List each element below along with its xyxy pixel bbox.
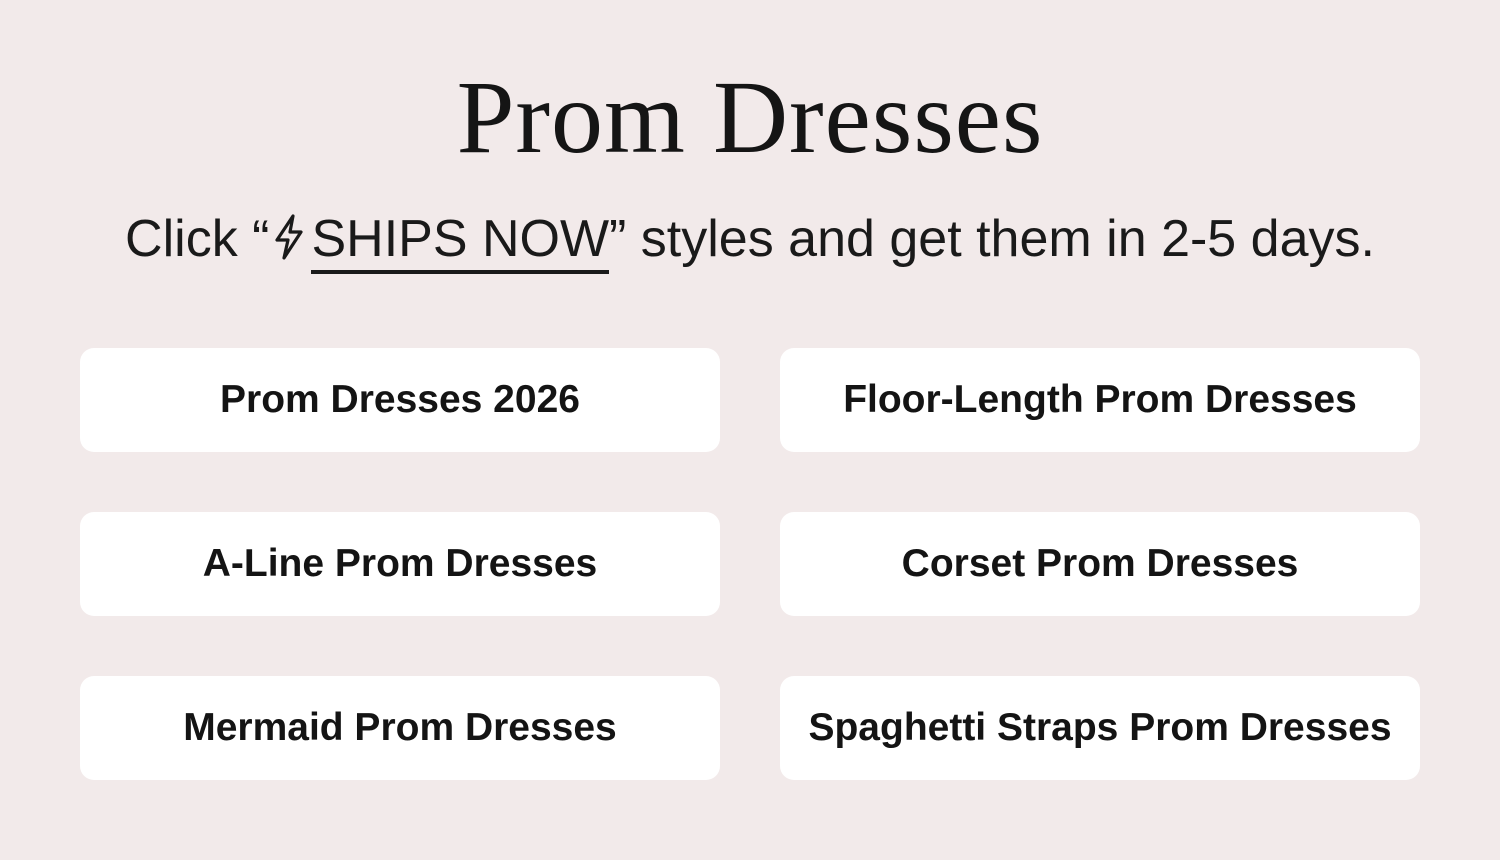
page: Prom Dresses Click “ SHIPS NOW” styles an… <box>0 0 1500 860</box>
banner-prefix-text: Click “ <box>125 210 270 268</box>
category-button-a-line[interactable]: A-Line Prom Dresses <box>80 512 720 616</box>
ships-now-banner: Click “ SHIPS NOW” styles and get them in… <box>0 208 1500 274</box>
category-button-spaghetti-straps[interactable]: Spaghetti Straps Prom Dresses <box>780 676 1420 780</box>
category-button-prom-dresses-2026[interactable]: Prom Dresses 2026 <box>80 348 720 452</box>
category-grid: Prom Dresses 2026 Floor-Length Prom Dres… <box>80 348 1420 780</box>
ships-now-link[interactable]: SHIPS NOW <box>311 210 610 274</box>
category-button-corset[interactable]: Corset Prom Dresses <box>780 512 1420 616</box>
lightning-bolt-icon <box>275 214 304 260</box>
category-button-mermaid[interactable]: Mermaid Prom Dresses <box>80 676 720 780</box>
banner-suffix-text: ” styles and get them in 2-5 days. <box>609 210 1375 268</box>
category-button-floor-length[interactable]: Floor-Length Prom Dresses <box>780 348 1420 452</box>
page-title: Prom Dresses <box>456 60 1044 175</box>
